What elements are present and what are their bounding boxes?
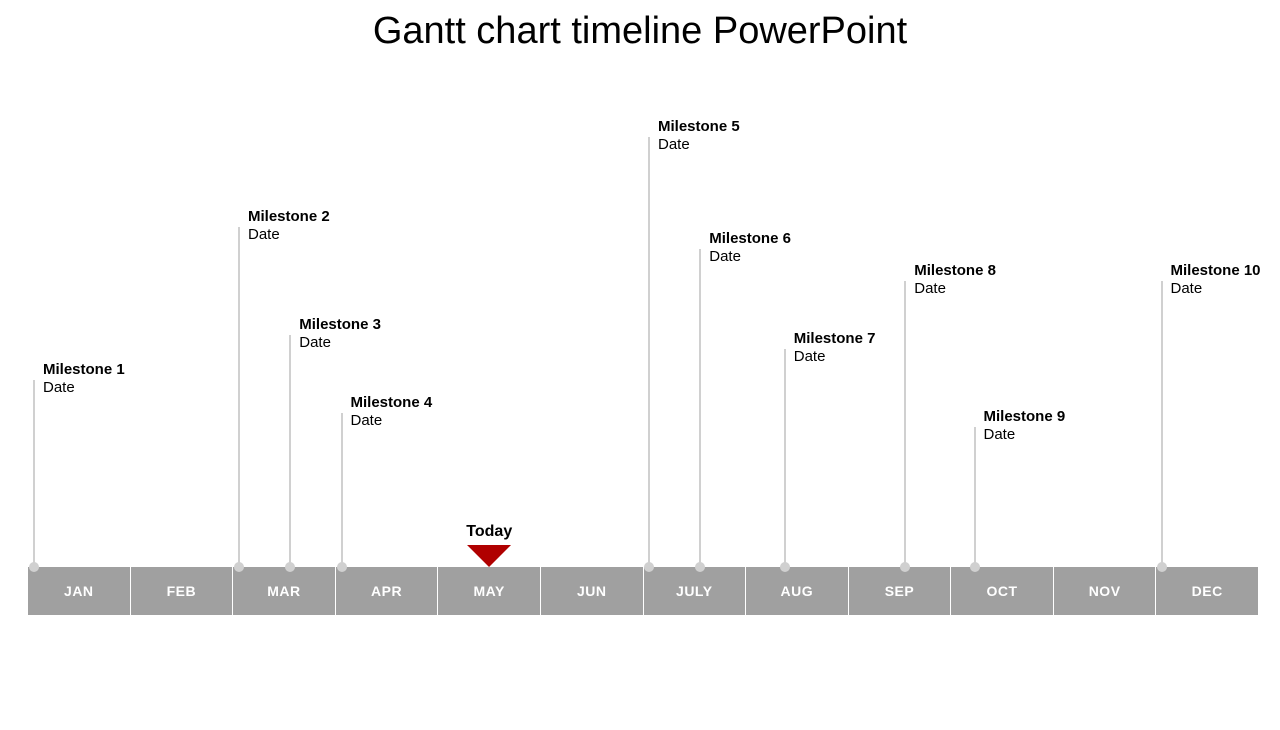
milestone-label: Milestone 5Date [658,118,740,156]
milestone-label: Milestone 7Date [794,330,876,368]
milestone-label: Milestone 9Date [984,408,1066,446]
milestone-date: Date [351,412,433,431]
today-arrow-icon [467,545,511,567]
milestone-label: Milestone 10Date [1171,262,1261,300]
today-marker: Today [466,523,512,567]
month-cell: JUN [541,567,643,615]
month-cell: AUG [746,567,848,615]
milestone-name: Milestone 1 [43,361,125,380]
milestone-date: Date [658,136,740,155]
milestone-name: Milestone 2 [248,208,330,227]
month-cell: APR [336,567,438,615]
milestone-stem [904,281,906,567]
milestone-date: Date [914,280,996,299]
milestone-label: Milestone 6Date [709,230,791,268]
month-cell: NOV [1054,567,1156,615]
milestone-stem [699,249,701,567]
milestone-date: Date [709,248,791,267]
milestone-date: Date [794,348,876,367]
timeline-canvas: JANFEBMARAPRMAYJUNJULYAUGSEPOCTNOVDEC Mi… [28,130,1258,615]
milestone-label: Milestone 2Date [248,208,330,246]
month-cell: JAN [28,567,130,615]
milestone-stem [784,349,786,567]
milestone-dot-icon [970,562,980,572]
milestone-stem [289,335,291,567]
milestone-dot-icon [780,562,790,572]
milestone-name: Milestone 5 [658,118,740,137]
milestone-dot-icon [337,562,347,572]
milestone-label: Milestone 3Date [299,316,381,354]
month-cell: FEB [131,567,233,615]
milestone-name: Milestone 10 [1171,262,1261,281]
milestone-date: Date [43,379,125,398]
milestone-stem [341,413,343,567]
milestone-dot-icon [29,562,39,572]
page-title: Gantt chart timeline PowerPoint [0,10,1280,53]
milestone-name: Milestone 7 [794,330,876,349]
milestone-dot-icon [234,562,244,572]
milestone-label: Milestone 4Date [351,394,433,432]
milestone-name: Milestone 6 [709,230,791,249]
milestone-stem [974,427,976,567]
month-cell: DEC [1156,567,1258,615]
month-cell: OCT [951,567,1053,615]
month-cell: SEP [849,567,951,615]
today-label: Today [466,523,512,541]
milestone-stem [1161,281,1163,567]
milestone-stem [33,380,35,567]
milestone-date: Date [299,334,381,353]
milestone-date: Date [248,226,330,245]
month-axis: JANFEBMARAPRMAYJUNJULYAUGSEPOCTNOVDEC [28,567,1258,615]
milestone-stem [238,227,240,567]
milestone-label: Milestone 1Date [43,361,125,399]
milestone-name: Milestone 4 [351,394,433,413]
milestone-name: Milestone 3 [299,316,381,335]
month-cell: MAY [438,567,540,615]
milestone-dot-icon [644,562,654,572]
milestone-name: Milestone 9 [984,408,1066,427]
milestone-dot-icon [1157,562,1167,572]
month-cell: MAR [233,567,335,615]
month-cell: JULY [644,567,746,615]
milestone-name: Milestone 8 [914,262,996,281]
milestone-date: Date [984,426,1066,445]
milestone-date: Date [1171,280,1261,299]
milestone-stem [648,137,650,567]
milestone-label: Milestone 8Date [914,262,996,300]
